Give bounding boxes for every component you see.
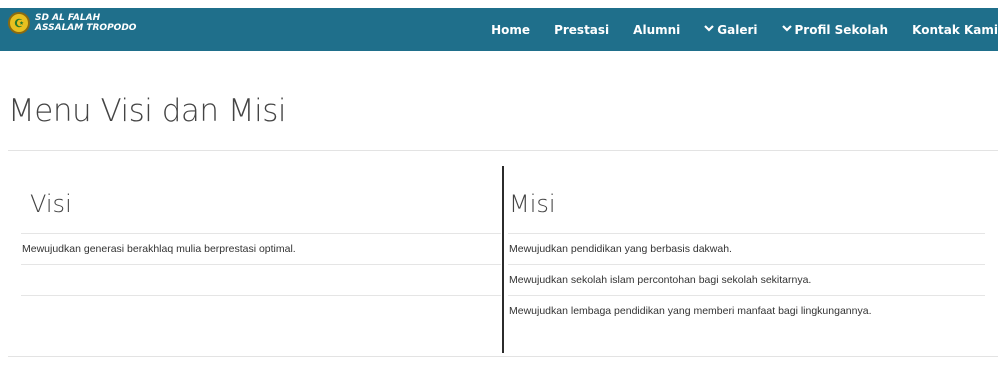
chevron-down-icon xyxy=(704,24,715,35)
visi-row xyxy=(21,264,501,295)
divider-bottom xyxy=(8,356,998,357)
misi-row: Mewujudkan pendidikan yang berbasis dakw… xyxy=(508,233,985,264)
nav-alumni-label: Alumni xyxy=(633,22,681,37)
nav-prestasi-label: Prestasi xyxy=(554,22,610,37)
visi-row: Mewujudkan generasi berakhlaq mulia berp… xyxy=(21,233,501,264)
brand-name: SD AL FALAH ASSALAM TROPODO xyxy=(35,13,136,33)
top-navbar: ☪ SD AL FALAH ASSALAM TROPODO Home Prest… xyxy=(0,8,998,51)
misi-row: Mewujudkan sekolah islam percontohan bag… xyxy=(508,264,985,295)
divider-top xyxy=(8,150,998,151)
brand-line-2: ASSALAM TROPODO xyxy=(35,23,137,33)
nav-galeri-label: Galeri xyxy=(717,22,758,37)
page-title: Menu Visi dan Misi xyxy=(8,93,287,129)
nav-kontak-kami[interactable]: Kontak Kami xyxy=(912,23,998,37)
nav-kontak-kami-label: Kontak Kami xyxy=(912,22,998,37)
nav-home-label: Home xyxy=(491,22,531,37)
visi-heading: Visi xyxy=(30,190,72,218)
nav-alumni[interactable]: Alumni xyxy=(633,23,680,37)
column-divider xyxy=(502,166,504,353)
brand-line-1: SD AL FALAH xyxy=(35,13,101,23)
nav-home[interactable]: Home xyxy=(491,23,530,37)
misi-row: Mewujudkan lembaga pendidikan yang membe… xyxy=(508,295,985,326)
nav-galeri[interactable]: Galeri xyxy=(704,22,758,37)
school-emblem-icon: ☪ xyxy=(8,12,30,34)
chevron-down-icon xyxy=(781,24,792,35)
visi-row xyxy=(21,295,501,326)
misi-heading: Misi xyxy=(509,190,556,218)
brand[interactable]: ☪ SD AL FALAH ASSALAM TROPODO xyxy=(8,12,136,34)
nav-profil-sekolah-label: Profil Sekolah xyxy=(794,22,889,37)
nav-profil-sekolah[interactable]: Profil Sekolah xyxy=(781,22,889,37)
nav-menu: Home Prestasi Alumni Galeri Profil Sekol… xyxy=(491,8,998,51)
nav-prestasi[interactable]: Prestasi xyxy=(554,23,609,37)
